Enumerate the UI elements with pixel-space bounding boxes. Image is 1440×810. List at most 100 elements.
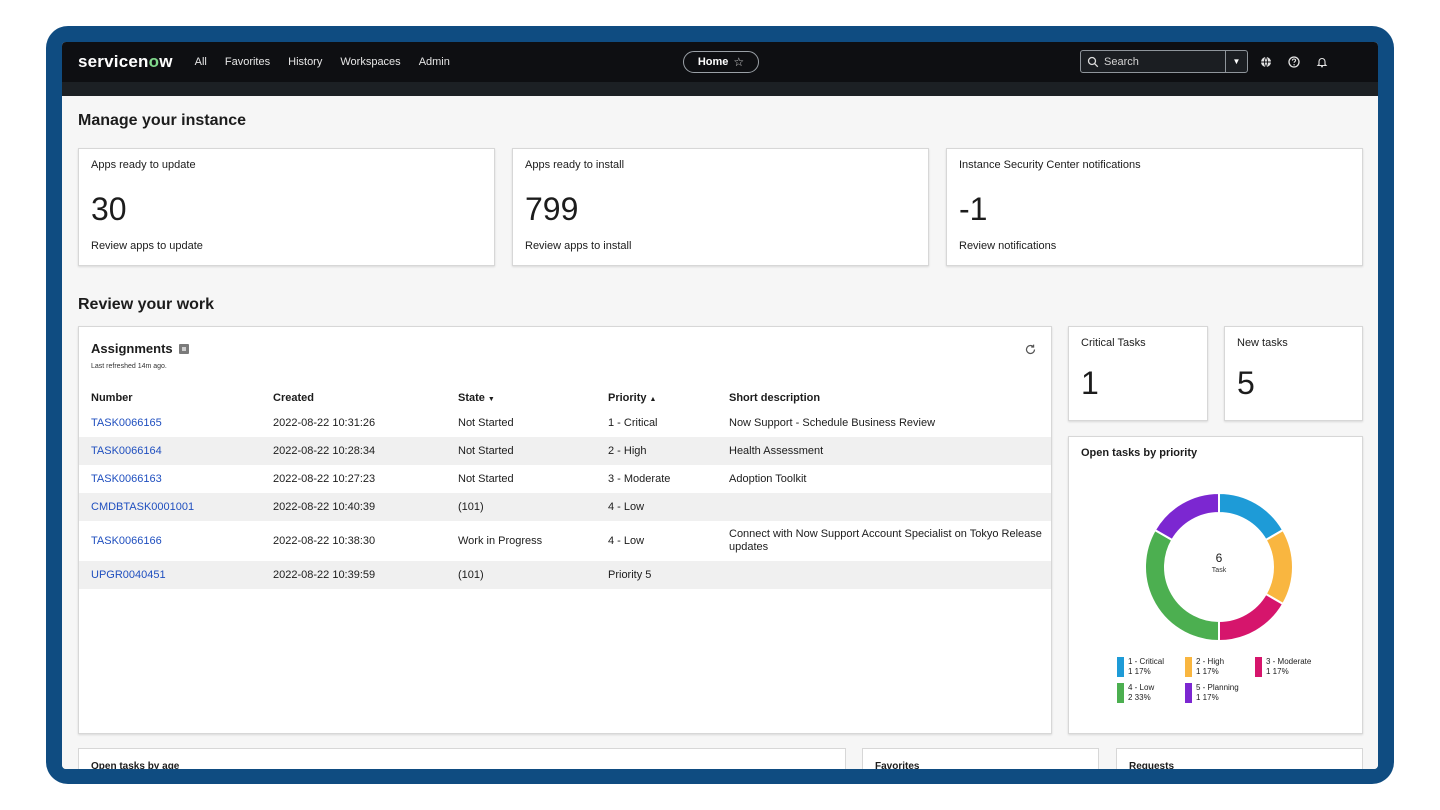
sort-desc-icon: ▼ — [487, 396, 495, 403]
review-notifications-link[interactable]: Review notifications — [959, 240, 1056, 252]
legend-swatch — [1255, 657, 1262, 677]
app-window: servicenow All Favorites History Workspa… — [62, 42, 1378, 769]
task-number-link[interactable]: UPGR0040451 — [91, 569, 166, 581]
task-number-link[interactable]: TASK0066163 — [91, 473, 162, 485]
home-button[interactable]: Home ☆ — [683, 51, 759, 73]
donut-slice-4[interactable] — [1144, 528, 1220, 643]
search-input[interactable] — [1104, 55, 1224, 68]
created-cell: 2022-08-22 10:28:34 — [261, 437, 446, 465]
column-header-number[interactable]: Number — [79, 387, 261, 409]
review-apps-update-link[interactable]: Review apps to update — [91, 240, 203, 252]
description-cell: Adoption Toolkit — [729, 473, 807, 485]
card-title: Apps ready to install — [525, 159, 625, 171]
globe-icon[interactable] — [1259, 55, 1273, 69]
critical-tasks-card[interactable]: Critical Tasks 1 — [1068, 326, 1208, 421]
notification-bell-icon[interactable] — [1315, 55, 1329, 69]
manage-heading: Manage your instance — [78, 112, 247, 129]
review-heading: Review your work — [78, 296, 215, 313]
security-notifications-card[interactable]: Instance Security Center notifications -… — [946, 148, 1363, 266]
chevron-down-icon: ▼ — [1232, 57, 1241, 66]
favorites-card: Favorites — [862, 748, 1099, 769]
top-navigation: servicenow All Favorites History Workspa… — [62, 42, 1378, 82]
legend-label: 5 - Planning 1 17% — [1196, 683, 1239, 702]
navigation-subbar — [62, 82, 1378, 96]
global-search[interactable]: ▼ — [1080, 50, 1248, 73]
card-title: New tasks — [1237, 337, 1288, 349]
table-row[interactable]: TASK0066164 2022-08-22 10:28:34 Not Star… — [79, 437, 1051, 465]
description-cell — [717, 493, 1051, 521]
legend-swatch — [1117, 683, 1124, 703]
donut-slice-5[interactable] — [1153, 491, 1220, 542]
state-cell: Not Started — [446, 437, 596, 465]
nav-workspaces[interactable]: Workspaces — [340, 56, 400, 68]
last-refreshed-text: Last refreshed 14m ago. — [91, 363, 167, 370]
donut-center-label: Task — [1211, 567, 1227, 574]
info-badge-icon[interactable] — [178, 343, 189, 354]
state-cell: (101) — [446, 561, 596, 589]
nav-all[interactable]: All — [195, 56, 207, 68]
description-cell: Now Support - Schedule Business Review — [729, 417, 936, 429]
card-title: Favorites — [875, 761, 920, 769]
review-apps-install-link[interactable]: Review apps to install — [525, 240, 631, 252]
table-row[interactable]: TASK0066163 2022-08-22 10:27:23 Not Star… — [79, 465, 1051, 493]
assignments-table: Number Created State ▼ Priority ▲ Short de… — [79, 387, 1051, 589]
open-tasks-by-priority-card: Open tasks by priority 6 Task 1 - Critic… — [1068, 436, 1363, 734]
card-value: -1 — [959, 191, 988, 227]
legend-label: 4 - Low 2 33% — [1128, 683, 1155, 702]
donut-center-value: 6 — [1215, 551, 1223, 565]
priority-cell: 4 - Low — [596, 493, 717, 521]
legend-swatch — [1185, 683, 1192, 703]
help-icon[interactable] — [1287, 55, 1301, 69]
apps-update-card[interactable]: Apps ready to update 30 Review apps to u… — [78, 148, 495, 266]
donut-slice-3[interactable] — [1218, 592, 1285, 643]
priority-cell: 2 - High — [596, 437, 717, 465]
chart-title: Open tasks by priority — [1081, 447, 1198, 459]
apps-install-card[interactable]: Apps ready to install 799 Review apps to… — [512, 148, 929, 266]
card-title: Open tasks by age — [91, 761, 180, 769]
nav-favorites[interactable]: Favorites — [225, 56, 270, 68]
new-tasks-card[interactable]: New tasks 5 — [1224, 326, 1363, 421]
legend-swatch — [1117, 657, 1124, 677]
legend-label: 2 - High 1 17% — [1196, 657, 1225, 676]
nav-admin[interactable]: Admin — [419, 56, 450, 68]
refresh-icon[interactable] — [1024, 343, 1037, 356]
description-cell: Health Assessment — [717, 437, 1051, 465]
table-row[interactable]: UPGR0040451 2022-08-22 10:39:59 (101) Pr… — [79, 561, 1051, 589]
task-number-link[interactable]: TASK0066165 — [91, 417, 162, 429]
table-row[interactable]: CMDBTASK0001001 2022-08-22 10:40:39 (101… — [79, 493, 1051, 521]
state-cell: Not Started — [458, 417, 514, 429]
open-tasks-by-age-card: Open tasks by age — [78, 748, 846, 769]
state-cell: Not Started — [458, 473, 514, 485]
card-value: 30 — [91, 191, 127, 227]
card-value: 5 — [1237, 365, 1255, 401]
search-scope-dropdown[interactable]: ▼ — [1225, 51, 1247, 72]
task-number-link[interactable]: TASK0066164 — [91, 445, 162, 457]
task-number-link[interactable]: TASK0066166 — [91, 535, 162, 547]
column-header-created[interactable]: Created — [261, 387, 446, 409]
sort-asc-icon: ▲ — [649, 396, 657, 403]
card-title: Critical Tasks — [1081, 337, 1146, 349]
assignments-card: Assignments Last refreshed 14m ago. Numb… — [78, 326, 1052, 734]
legend-swatch — [1185, 657, 1192, 677]
star-icon[interactable]: ☆ — [733, 55, 744, 69]
home-label: Home — [697, 56, 729, 68]
legend-label: 1 - Critical 1 17% — [1128, 657, 1165, 676]
donut-slice-1[interactable] — [1218, 491, 1285, 542]
task-number-link[interactable]: CMDBTASK0001001 — [91, 501, 194, 513]
state-cell: (101) — [446, 493, 596, 521]
column-header-state[interactable]: State ▼ — [446, 387, 596, 409]
priority-cell: 4 - Low — [608, 535, 645, 547]
created-cell: 2022-08-22 10:38:30 — [273, 535, 376, 547]
created-cell: 2022-08-22 10:40:39 — [261, 493, 446, 521]
servicenow-logo[interactable]: servicenow — [78, 52, 173, 72]
column-header-priority[interactable]: Priority ▲ — [596, 387, 717, 409]
priority-cell: 1 - Critical — [608, 417, 658, 429]
table-row[interactable]: TASK0066166 2022-08-22 10:38:30 Work in … — [79, 521, 1051, 561]
nav-history[interactable]: History — [288, 56, 322, 68]
card-value: 799 — [525, 191, 579, 227]
card-title: Requests — [1129, 761, 1175, 769]
table-row[interactable]: TASK0066165 2022-08-22 10:31:26 Not Star… — [79, 409, 1051, 437]
state-cell: Work in Progress — [458, 535, 543, 547]
description-cell: Connect with Now Support Account Special… — [729, 528, 1042, 553]
column-header-short-description[interactable]: Short description — [717, 387, 1051, 409]
